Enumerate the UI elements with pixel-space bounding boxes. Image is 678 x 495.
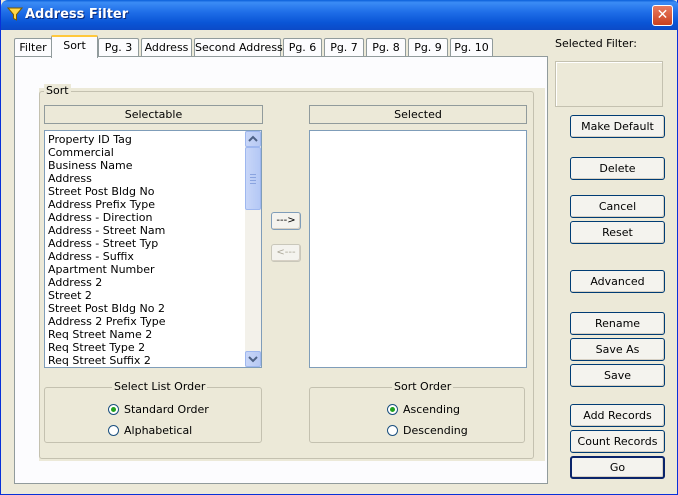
cancel-button[interactable]: Cancel: [570, 195, 665, 218]
save-as-button[interactable]: Save As: [570, 338, 665, 361]
reset-button[interactable]: Reset: [570, 221, 665, 244]
chevron-up-icon: [248, 135, 258, 142]
chevron-down-icon: [248, 356, 258, 363]
ascending-label: Ascending: [403, 403, 461, 416]
address-filter-window: Address Filter ✕ Filter Sort Pg. 3 Addre…: [0, 0, 678, 495]
advanced-button[interactable]: Advanced: [570, 270, 665, 293]
list-item[interactable]: Street 2: [45, 289, 244, 302]
list-item[interactable]: Business Name: [45, 159, 244, 172]
list-item[interactable]: Address - Suffix: [45, 250, 244, 263]
grip-line: [250, 183, 256, 184]
sort-tab-panel: Sort Selectable Property ID Tag Commerci…: [14, 56, 548, 484]
tab-pg-8[interactable]: Pg. 8: [366, 38, 406, 57]
list-item[interactable]: Address - Street Nam: [45, 224, 244, 237]
grip-line: [250, 180, 256, 181]
list-item[interactable]: Street Post Bldg No: [45, 185, 244, 198]
tab-sort[interactable]: Sort: [51, 35, 98, 58]
grip-line: [250, 177, 256, 178]
alphabetical-label: Alphabetical: [124, 424, 193, 437]
list-item[interactable]: Address - Direction: [45, 211, 244, 224]
remove-from-selected-button[interactable]: <---: [271, 244, 301, 262]
list-item[interactable]: Address: [45, 172, 244, 185]
close-button[interactable]: ✕: [652, 5, 673, 26]
filter-funnel-icon: [7, 7, 23, 21]
selectable-scrollbar[interactable]: [245, 131, 261, 367]
scroll-thumb[interactable]: [245, 147, 261, 210]
tab-pg-6[interactable]: Pg. 6: [283, 38, 322, 57]
standard-order-label: Standard Order: [124, 403, 209, 416]
tab-filter[interactable]: Filter: [14, 38, 52, 57]
radio-unchecked-icon: [108, 425, 119, 436]
list-item[interactable]: Req Street Type 2: [45, 341, 244, 354]
list-item[interactable]: Address 2 Prefix Type: [45, 315, 244, 328]
selected-filter-display: [555, 61, 663, 107]
list-item[interactable]: Req Street Name 2: [45, 328, 244, 341]
selectable-listbox[interactable]: Property ID Tag Commercial Business Name…: [44, 130, 262, 368]
list-item[interactable]: Address Prefix Type: [45, 198, 244, 211]
tab-pg-9[interactable]: Pg. 9: [408, 38, 448, 57]
delete-button[interactable]: Delete: [570, 157, 665, 180]
sort-order-label: Sort Order: [392, 380, 454, 393]
title-bar[interactable]: Address Filter ✕: [1, 0, 678, 30]
list-item[interactable]: Street Post Bldg No 2: [45, 302, 244, 315]
list-item[interactable]: Address 2: [45, 276, 244, 289]
tab-pg-10[interactable]: Pg. 10: [450, 38, 493, 57]
selected-header: Selected: [309, 105, 527, 124]
window-title: Address Filter: [25, 7, 129, 22]
sort-order-groupbox: Sort Order Ascending Descending: [309, 380, 525, 443]
tab-pg-7[interactable]: Pg. 7: [324, 38, 364, 57]
list-order-groupbox: Select List Order Standard Order Alphabe…: [44, 380, 262, 443]
list-item[interactable]: Commercial: [45, 146, 244, 159]
radio-checked-icon: [387, 404, 398, 415]
go-button[interactable]: Go: [570, 456, 665, 479]
tab-address[interactable]: Address: [141, 38, 192, 57]
grip-line: [250, 174, 256, 175]
radio-checked-icon: [108, 404, 119, 415]
rename-button[interactable]: Rename: [570, 312, 665, 335]
list-item[interactable]: Req Street Suffix 2: [45, 354, 244, 367]
tab-pg-3[interactable]: Pg. 3: [98, 38, 139, 57]
descending-label: Descending: [403, 424, 468, 437]
list-item[interactable]: Apartment Number: [45, 263, 244, 276]
scroll-up-button[interactable]: [245, 131, 261, 147]
save-button[interactable]: Save: [570, 364, 665, 387]
radio-unchecked-icon: [387, 425, 398, 436]
selected-listbox[interactable]: [309, 130, 527, 368]
close-icon: ✕: [656, 7, 669, 23]
sort-group-label: Sort: [44, 84, 71, 97]
selected-filter-label: Selected Filter:: [555, 37, 637, 50]
list-order-label: Select List Order: [112, 380, 208, 393]
list-item[interactable]: Address - Street Typ: [45, 237, 244, 250]
tab-second-address[interactable]: Second Address: [194, 38, 283, 57]
list-item[interactable]: Property ID Tag: [45, 133, 244, 146]
selectable-header: Selectable: [44, 105, 263, 124]
count-records-button[interactable]: Count Records: [570, 430, 665, 453]
scroll-down-button[interactable]: [245, 351, 261, 367]
selectable-items: Property ID Tag Commercial Business Name…: [45, 133, 244, 367]
make-default-button[interactable]: Make Default: [570, 115, 665, 138]
add-records-button[interactable]: Add Records: [570, 404, 665, 427]
add-to-selected-button[interactable]: --->: [271, 212, 301, 230]
